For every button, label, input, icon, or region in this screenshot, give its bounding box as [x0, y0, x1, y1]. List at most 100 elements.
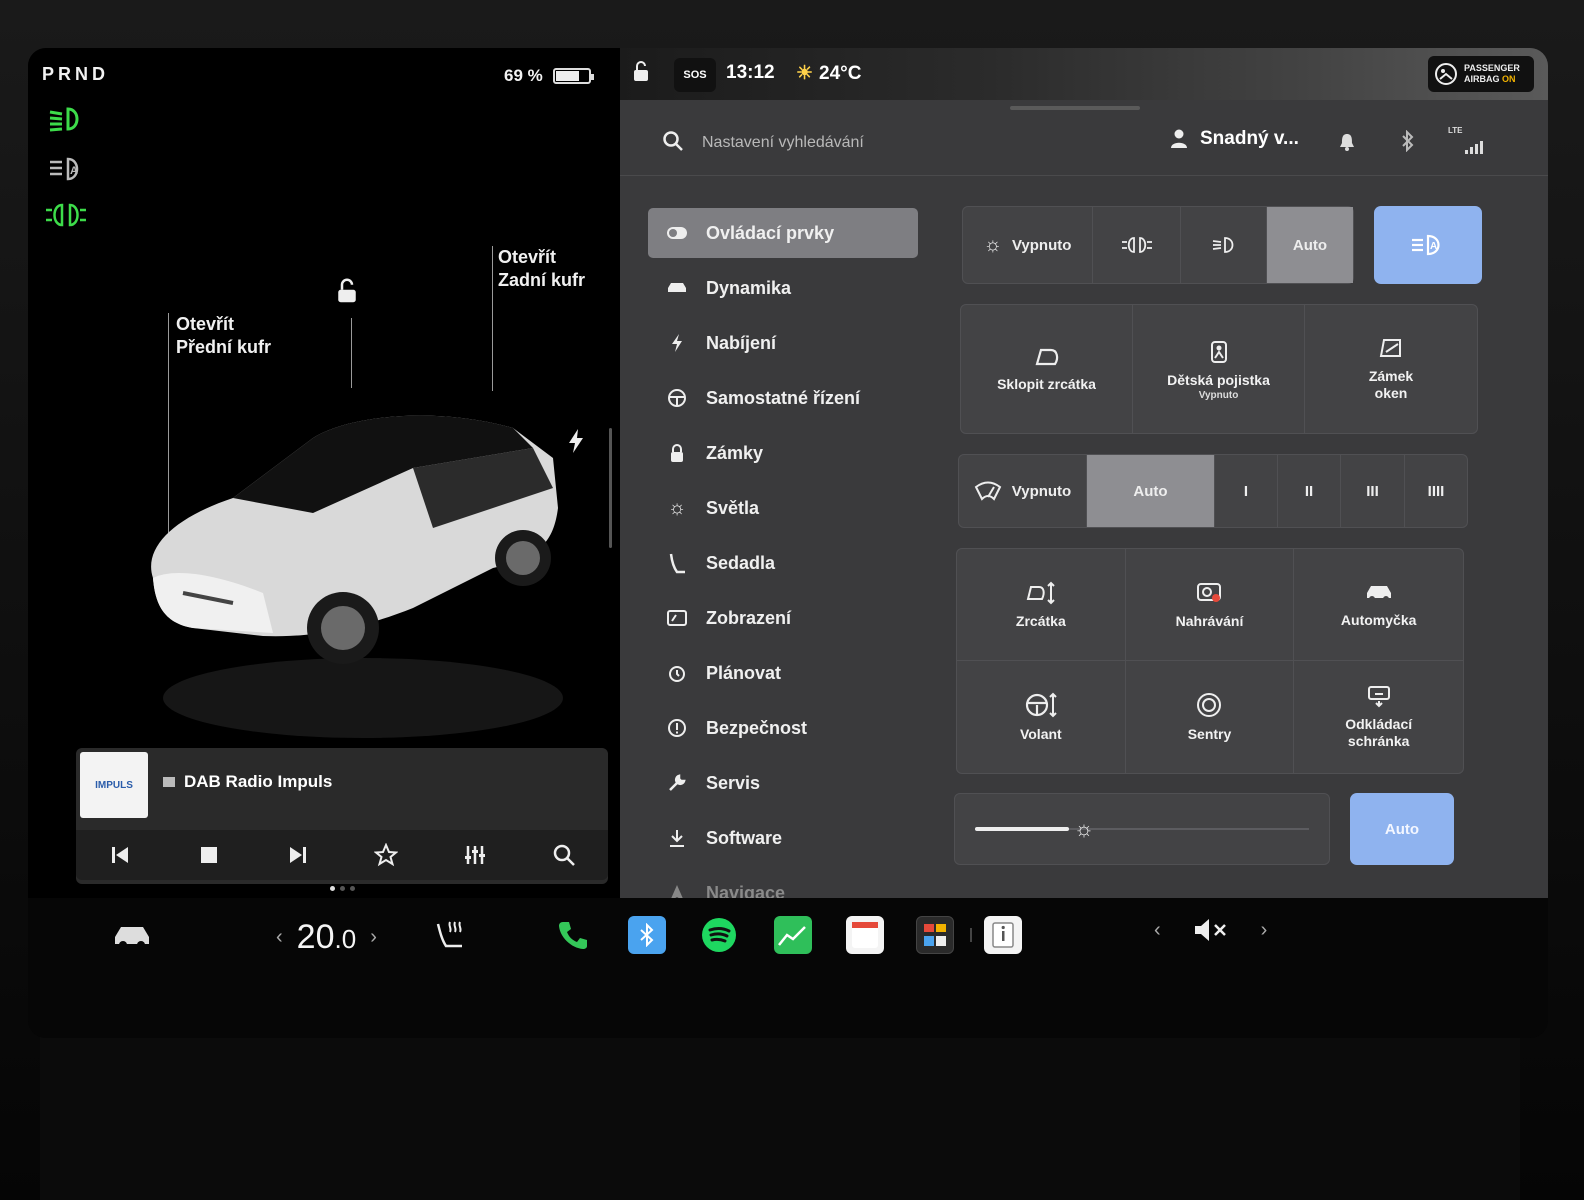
bluetooth-app-button[interactable] — [628, 916, 666, 954]
bell-icon[interactable] — [1338, 132, 1356, 152]
phone-app-button[interactable] — [554, 916, 592, 954]
car-3d-model[interactable] — [113, 378, 583, 738]
child-lock-state: Vypnuto — [1198, 389, 1239, 401]
auto-high-beam-button[interactable]: A — [1374, 206, 1482, 284]
stop-button[interactable] — [189, 835, 229, 875]
sidebar-item-9[interactable]: Bezpečnost — [648, 703, 918, 753]
temp-increase-button[interactable]: › — [370, 926, 377, 949]
fold-mirrors-button[interactable]: Sklopit zrcátka — [961, 305, 1133, 433]
wiper-icon — [974, 481, 1002, 501]
auto-high-beam-icon: A — [50, 157, 79, 181]
brightness-auto-label: Auto — [1384, 820, 1420, 838]
equalizer-button[interactable] — [455, 835, 495, 875]
car-status-panel: PRND 69 % A Otevřít Přední kufr Otevřít … — [28, 48, 620, 898]
wipers-speed-1-button[interactable]: I — [1215, 455, 1278, 527]
sidebar-item-10[interactable]: Servis — [648, 758, 918, 808]
wipers-auto-button[interactable]: Auto — [1087, 455, 1215, 527]
temp-decrease-button[interactable]: ‹ — [276, 926, 283, 949]
car-controls-icon[interactable] — [112, 922, 152, 952]
energy-app-button[interactable] — [774, 916, 812, 954]
sidebar-item-0[interactable]: Ovládací prvky — [648, 208, 918, 258]
sidebar-item-label: Bezpečnost — [706, 717, 808, 738]
brightness-auto-button[interactable]: Auto — [1350, 793, 1454, 865]
search-icon — [553, 844, 575, 866]
child-lock-button[interactable]: Dětská pojistka Vypnuto — [1133, 305, 1305, 433]
network-type: LTE — [1448, 126, 1463, 135]
driver-profile-button[interactable]: Snadný v... — [1170, 128, 1299, 150]
sidebar-item-3[interactable]: Samostatné řízení — [648, 373, 918, 423]
signal-bars-icon — [1464, 141, 1483, 154]
settings-search-input[interactable]: Nastavení vyhledávání — [702, 134, 864, 152]
headlights-off-button[interactable]: ☼ Vypnuto — [963, 207, 1093, 283]
volume-down-button[interactable]: ‹ — [1154, 919, 1161, 942]
favorite-button[interactable] — [366, 835, 406, 875]
sidebar-item-label: Světla — [706, 497, 760, 518]
skip-forward-icon — [289, 847, 306, 863]
sidebar-item-label: Nabíjení — [706, 332, 777, 353]
mirrors-adjust-button[interactable]: Zrcátka — [957, 549, 1126, 661]
dashcam-recording-button[interactable]: Nahrávání — [1125, 549, 1295, 661]
media-controls — [76, 830, 608, 880]
battery-percent: 69 % — [504, 66, 543, 85]
sidebar-item-4[interactable]: Zámky — [648, 428, 918, 478]
seat-heater-icon[interactable] — [434, 918, 468, 952]
car-wash-button[interactable]: Automyčka — [1294, 549, 1463, 661]
sos-button[interactable]: SOS — [674, 58, 716, 92]
glovebox-button[interactable]: Odkládací schránka — [1294, 661, 1463, 773]
bluetooth-icon — [640, 923, 654, 947]
unlock-icon[interactable] — [332, 276, 362, 306]
next-track-button[interactable] — [278, 835, 318, 875]
status-bar: SOS 13:12 ☀ 24°C PASSENGER AIRBAG ON — [620, 48, 1548, 100]
vehicle-quick-tiles: Sklopit zrcátka Dětská pojistka Vypnuto … — [960, 304, 1478, 434]
sidebar-item-8[interactable]: Plánovat — [648, 648, 918, 698]
child-lock-icon — [1210, 340, 1227, 363]
car-view-scrollbar[interactable] — [609, 428, 612, 548]
media-search-button[interactable] — [544, 835, 584, 875]
sidebar-item-6[interactable]: Sedadla — [648, 538, 918, 588]
window-lock-label: Zámek oken — [1368, 368, 1414, 401]
wipers-speed-4-button[interactable]: IIII — [1405, 455, 1467, 527]
mute-icon[interactable] — [1193, 916, 1229, 944]
manual-app-button[interactable] — [984, 916, 1022, 954]
sidebar-item-label: Sedadla — [706, 552, 776, 573]
volume-up-button[interactable]: › — [1261, 919, 1268, 942]
window-lock-button[interactable]: Zámek oken — [1305, 305, 1477, 433]
toybox-app-button[interactable] — [916, 916, 954, 954]
sentry-mode-button[interactable]: Sentry — [1126, 661, 1295, 773]
station-title: DAB Radio Impuls — [162, 772, 332, 792]
trunk-button[interactable]: Otevřít Zadní kufr — [498, 246, 585, 292]
bluetooth-icon[interactable] — [1400, 130, 1416, 152]
cabin-temperature[interactable]: 20.0 — [297, 918, 357, 957]
calendar-icon — [852, 922, 878, 948]
previous-track-button[interactable] — [100, 835, 140, 875]
drag-handle[interactable] — [1010, 106, 1140, 110]
brightness-sun-icon[interactable]: ☼ — [1069, 814, 1099, 844]
calendar-app-button[interactable] — [846, 916, 884, 954]
door-unlock-icon[interactable] — [630, 58, 654, 84]
wipers-speed-3-button[interactable]: III — [1341, 455, 1405, 527]
brightness-slider[interactable]: ☼ — [954, 793, 1330, 865]
outside-temperature: ☀ 24°C — [796, 62, 862, 85]
parking-lights-button[interactable] — [1093, 207, 1181, 283]
wipers-auto-label: Auto — [1133, 482, 1168, 500]
spotify-app-button[interactable] — [700, 916, 738, 954]
profile-name: Snadný v... — [1200, 128, 1299, 149]
sidebar-item-label: Dynamika — [706, 277, 792, 298]
sidebar-item-5[interactable]: ☼ Světla — [648, 483, 918, 533]
auto-high-beam-icon: A — [1412, 234, 1440, 256]
wipers-speed-2-button[interactable]: II — [1278, 455, 1341, 527]
low-beam-icon — [49, 107, 79, 132]
frunk-button[interactable]: Otevřít Přední kufr — [176, 313, 271, 359]
sidebar-item-2[interactable]: Nabíjení — [648, 318, 918, 368]
bottom-dock: ‹ 20.0 › ‹ › — [28, 898, 1548, 1038]
page-indicator — [330, 886, 355, 891]
sidebar-item-11[interactable]: Software — [648, 813, 918, 863]
controls-panel: SOS 13:12 ☀ 24°C PASSENGER AIRBAG ON Nas… — [620, 48, 1548, 903]
wipers-off-button[interactable]: Vypnuto — [959, 455, 1087, 527]
airbag-state: ON — [1502, 74, 1516, 84]
steering-adjust-button[interactable]: Volant — [957, 661, 1126, 773]
low-beam-button[interactable] — [1181, 207, 1267, 283]
sidebar-item-1[interactable]: Dynamika — [648, 263, 918, 313]
headlights-auto-button[interactable]: Auto — [1267, 207, 1353, 283]
sidebar-item-7[interactable]: Zobrazení — [648, 593, 918, 643]
